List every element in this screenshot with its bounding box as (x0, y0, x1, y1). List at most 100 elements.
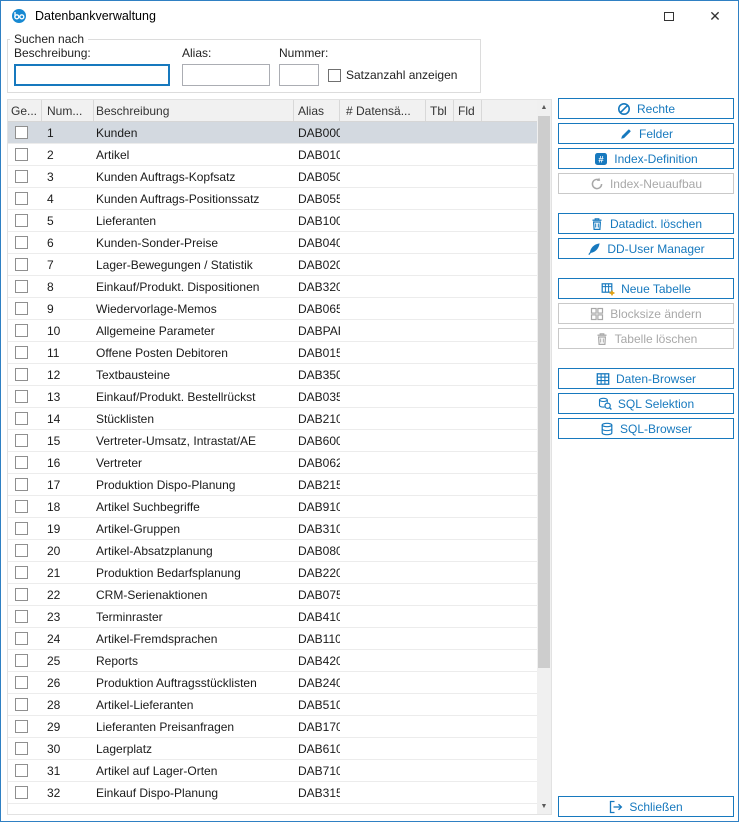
table-row[interactable]: 23 Terminraster DAB410 (8, 606, 551, 628)
column-header-tbl[interactable]: Tbl (426, 100, 454, 121)
table-row[interactable]: 4 Kunden Auftrags-Positionssatz DAB055 (8, 188, 551, 210)
table-row[interactable]: 2 Artikel DAB010 (8, 144, 551, 166)
row-checkbox[interactable] (15, 170, 28, 183)
row-checkbox[interactable] (15, 368, 28, 381)
row-checkbox[interactable] (15, 302, 28, 315)
row-checkbox[interactable] (15, 258, 28, 271)
row-checkbox[interactable] (15, 478, 28, 491)
scroll-up-arrow-icon[interactable]: ▲ (537, 100, 551, 115)
index-definition-button[interactable]: Index-Definition (558, 148, 734, 169)
row-checkbox[interactable] (15, 148, 28, 161)
row-checkbox[interactable] (15, 764, 28, 777)
schliessen-button[interactable]: Schließen (558, 796, 734, 817)
table-row[interactable]: 17 Produktion Dispo-Planung DAB215 (8, 474, 551, 496)
table-row[interactable]: 6 Kunden-Sonder-Preise DAB040 (8, 232, 551, 254)
table-row[interactable]: 15 Vertreter-Umsatz, Intrastat/AE DAB600 (8, 430, 551, 452)
row-checkbox[interactable] (15, 456, 28, 469)
table-row[interactable]: 12 Textbausteine DAB350 (8, 364, 551, 386)
column-header-alias[interactable]: Alias (294, 100, 340, 121)
title-bar[interactable]: Datenbankverwaltung ✕ (1, 1, 738, 31)
row-checkbox[interactable] (15, 214, 28, 227)
row-checkbox[interactable] (15, 192, 28, 205)
row-number-cell: 29 (42, 720, 94, 734)
table-row[interactable]: 14 Stücklisten DAB210 (8, 408, 551, 430)
table-row[interactable]: 8 Einkauf/Produkt. Dispositionen DAB320 (8, 276, 551, 298)
row-checkbox[interactable] (15, 412, 28, 425)
satzanzahl-checkbox[interactable] (328, 69, 341, 82)
row-checkbox[interactable] (15, 126, 28, 139)
row-checkbox[interactable] (15, 588, 28, 601)
table-row[interactable]: 11 Offene Posten Debitoren DAB015 (8, 342, 551, 364)
table-row[interactable]: 7 Lager-Bewegungen / Statistik DAB020 (8, 254, 551, 276)
table-row[interactable]: 25 Reports DAB420 (8, 650, 551, 672)
row-checkbox[interactable] (15, 522, 28, 535)
table-row[interactable]: 31 Artikel auf Lager-Orten DAB710 (8, 760, 551, 782)
row-checkbox[interactable] (15, 632, 28, 645)
column-header-datensaetze[interactable]: # Datensä... (340, 100, 426, 121)
row-checkbox[interactable] (15, 236, 28, 249)
db-icon (600, 422, 614, 436)
row-checkbox[interactable] (15, 544, 28, 557)
row-beschreibung-cell: Einkauf Dispo-Planung (94, 786, 294, 800)
row-checkbox[interactable] (15, 500, 28, 513)
row-checkbox[interactable] (15, 610, 28, 623)
table-row[interactable]: 28 Artikel-Lieferanten DAB510 (8, 694, 551, 716)
beschreibung-input[interactable] (14, 64, 170, 86)
table-row[interactable]: 13 Einkauf/Produkt. Bestellrückst DAB035 (8, 386, 551, 408)
column-header-check[interactable]: Ge... (8, 100, 42, 121)
row-checkbox[interactable] (15, 786, 28, 799)
satzanzahl-checkbox-wrap[interactable]: Satzanzahl anzeigen (328, 68, 457, 82)
table-row[interactable]: 9 Wiedervorlage-Memos DAB065 (8, 298, 551, 320)
row-checkbox[interactable] (15, 324, 28, 337)
vertical-scrollbar[interactable]: ▲ ▼ (537, 100, 551, 814)
table-row[interactable]: 24 Artikel-Fremdsprachen DAB110 (8, 628, 551, 650)
daten-browser-button[interactable]: Daten-Browser (558, 368, 734, 389)
row-number-cell: 23 (42, 610, 94, 624)
row-checkbox[interactable] (15, 676, 28, 689)
sql-selektion-button[interactable]: SQL Selektion (558, 393, 734, 414)
datadict-loeschen-button[interactable]: Datadict. löschen (558, 213, 734, 234)
felder-button[interactable]: Felder (558, 123, 734, 144)
table-row[interactable]: 30 Lagerplatz DAB610 (8, 738, 551, 760)
table-row[interactable]: 19 Artikel-Gruppen DAB310 (8, 518, 551, 540)
sql-browser-button[interactable]: SQL-Browser (558, 418, 734, 439)
table-row[interactable]: 10 Allgemeine Parameter DABPAR (8, 320, 551, 342)
row-checkbox[interactable] (15, 280, 28, 293)
table-row[interactable]: 3 Kunden Auftrags-Kopfsatz DAB050 (8, 166, 551, 188)
maximize-button[interactable] (646, 1, 692, 31)
row-checkbox[interactable] (15, 720, 28, 733)
row-beschreibung-cell: Lager-Bewegungen / Statistik (94, 258, 294, 272)
dd-user-manager-button[interactable]: DD-User Manager (558, 238, 734, 259)
row-beschreibung-cell: Artikel-Fremdsprachen (94, 632, 294, 646)
row-alias-cell: DAB065 (294, 302, 340, 316)
table-row[interactable]: 21 Produktion Bedarfsplanung DAB220 (8, 562, 551, 584)
table-row[interactable]: 20 Artikel-Absatzplanung DAB080 (8, 540, 551, 562)
row-beschreibung-cell: CRM-Serienaktionen (94, 588, 294, 602)
column-header-beschreibung[interactable]: Beschreibung (94, 100, 294, 121)
row-checkbox[interactable] (15, 566, 28, 579)
row-checkbox[interactable] (15, 434, 28, 447)
table-row[interactable]: 1 Kunden DAB000 (8, 122, 551, 144)
scroll-down-arrow-icon[interactable]: ▼ (537, 799, 551, 814)
neue-tabelle-button[interactable]: Neue Tabelle (558, 278, 734, 299)
column-header-fld[interactable]: Fld (454, 100, 482, 121)
row-checkbox[interactable] (15, 346, 28, 359)
row-checkbox[interactable] (15, 698, 28, 711)
table-row[interactable]: 26 Produktion Auftragsstücklisten DAB240 (8, 672, 551, 694)
table-row[interactable]: 18 Artikel Suchbegriffe DAB910 (8, 496, 551, 518)
rechte-button[interactable]: Rechte (558, 98, 734, 119)
table-row[interactable]: 29 Lieferanten Preisanfragen DAB170 (8, 716, 551, 738)
table-row[interactable]: 32 Einkauf Dispo-Planung DAB315 (8, 782, 551, 804)
table-row[interactable]: 22 CRM-Serienaktionen DAB075 (8, 584, 551, 606)
alias-input[interactable] (182, 64, 270, 86)
index-neuaufbau-button: Index-Neuaufbau (558, 173, 734, 194)
close-window-button[interactable]: ✕ (692, 1, 738, 31)
nummer-input[interactable] (279, 64, 319, 86)
table-row[interactable]: 5 Lieferanten DAB100 (8, 210, 551, 232)
row-checkbox[interactable] (15, 390, 28, 403)
row-checkbox[interactable] (15, 742, 28, 755)
scrollbar-thumb[interactable] (538, 116, 550, 668)
table-row[interactable]: 16 Vertreter DAB062 (8, 452, 551, 474)
column-header-nummer[interactable]: Num... (42, 100, 94, 121)
row-checkbox[interactable] (15, 654, 28, 667)
